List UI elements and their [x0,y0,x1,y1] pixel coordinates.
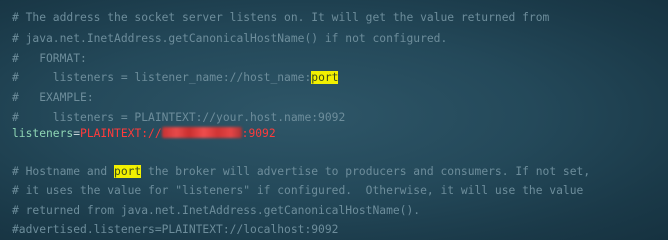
comment-text: # EXAMPLE: [12,91,94,104]
comment-line: # EXAMPLE: [12,90,94,105]
comment-line: # listeners = PLAINTEXT://your.host.name… [12,110,345,125]
comment-text: #advertised.listeners=PLAINTEXT://localh… [12,223,339,236]
comment-text: # java.net.InetAddress.getCanonicalHostN… [12,32,448,45]
config-editor[interactable]: # The address the socket server listens … [12,0,668,240]
comment-text: # returned from java.net.InetAddress.get… [12,204,421,217]
comment-text: # it uses the value for "listeners" if c… [12,184,584,197]
comment-line: # Hostname and port the broker will adve… [12,164,590,179]
comment-line: #advertised.listeners=PLAINTEXT://localh… [12,222,338,237]
comment-line: # it uses the value for "listeners" if c… [12,183,583,198]
redacted-host [161,127,242,138]
comment-line: # FORMAT: [12,51,87,66]
comment-line: # java.net.InetAddress.getCanonicalHostN… [12,31,447,46]
comment-text: # The address the socket server listens … [12,11,550,24]
comment-text: # listeners = listener_name://host_name: [12,71,312,84]
search-highlight: port [114,165,142,178]
equals-sign: = [73,127,81,140]
comment-text: # listeners = PLAINTEXT://your.host.name… [12,111,346,124]
listeners-setting-line[interactable]: listeners=PLAINTEXT:// :9092 [12,126,276,141]
property-value: PLAINTEXT:// [80,127,162,140]
comment-text: # FORMAT: [12,52,87,65]
comment-line: # listeners = listener_name://host_name:… [12,70,339,85]
property-value-port: :9092 [241,127,276,140]
comment-text: # Hostname and [12,165,115,178]
comment-line: # returned from java.net.InetAddress.get… [12,203,420,218]
comment-text: the broker will advertise to producers a… [141,165,591,178]
search-highlight: port [311,71,339,84]
comment-line: # The address the socket server listens … [12,10,549,25]
property-key: listeners [12,127,74,140]
